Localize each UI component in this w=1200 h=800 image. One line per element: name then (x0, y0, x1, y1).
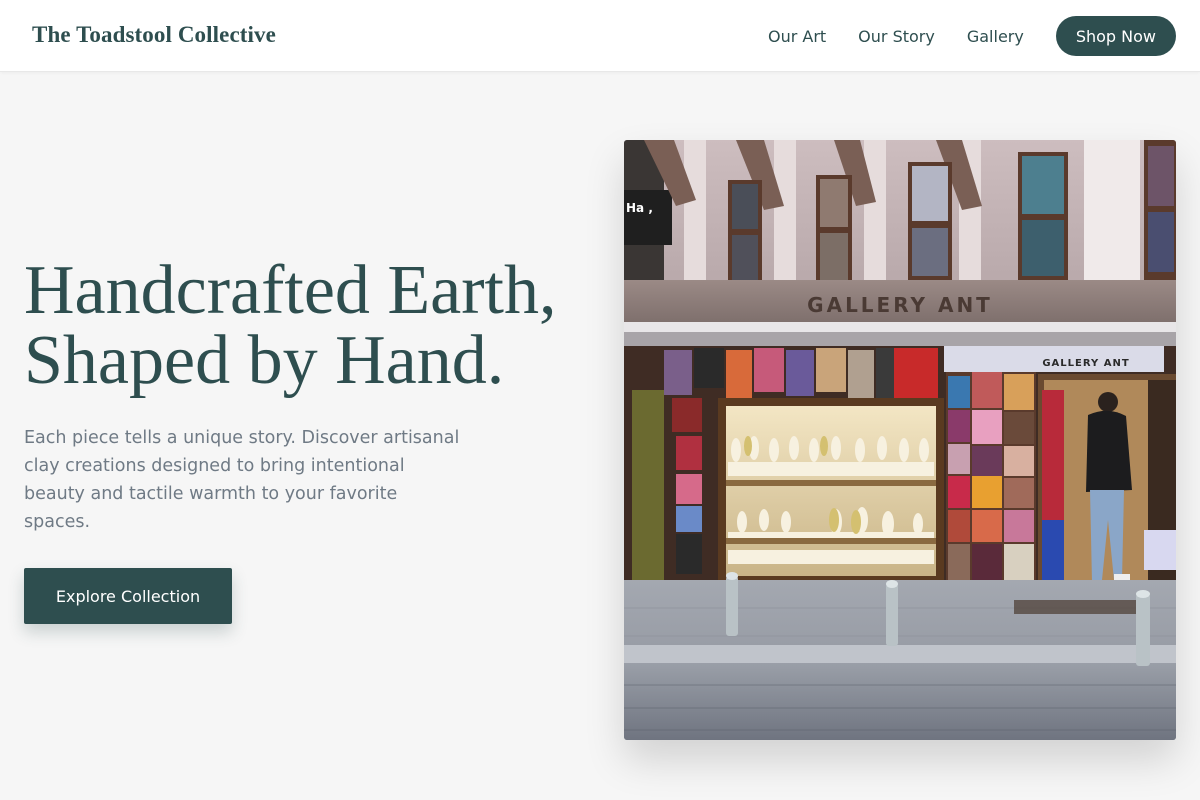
hero-description-line-4: spaces. (24, 512, 91, 532)
storefront-illustration: Ha , GALLERY ANT GALLERY ANT (624, 140, 1176, 740)
hero-description-line-2: clay creations designed to bring intenti… (24, 456, 405, 476)
hero-title: Handcrafted Earth, Shaped by Hand. (24, 256, 604, 396)
shop-now-button[interactable]: Shop Now (1055, 16, 1176, 56)
nav-link-our-story[interactable]: Our Story (858, 27, 935, 46)
doorway-sign-text: GALLERY ANT (1042, 358, 1129, 369)
hero-description-line-3: beauty and tactile warmth to your favori… (24, 484, 398, 504)
explore-collection-button[interactable]: Explore Collection (24, 568, 232, 624)
hero-storefront-image: Ha , GALLERY ANT GALLERY ANT (624, 140, 1176, 740)
nav-link-gallery[interactable]: Gallery (967, 27, 1024, 46)
window-sign-text: Ha , (626, 201, 653, 215)
hero-description: Each piece tells a unique story. Discove… (24, 424, 494, 536)
hero-description-line-1: Each piece tells a unique story. Discove… (24, 428, 460, 448)
hero-title-line-1: Handcrafted Earth, (24, 252, 557, 329)
hero-title-line-2: Shaped by Hand. (24, 322, 505, 399)
nav-link-our-art[interactable]: Our Art (768, 27, 826, 46)
site-header: The Toadstool Collective Our Art Our Sto… (0, 0, 1200, 72)
brand-logo[interactable]: The Toadstool Collective (32, 22, 276, 48)
main-nav: Our Art Our Story Gallery Shop Now (768, 16, 1176, 56)
storefront-sign-text: GALLERY ANT (807, 293, 993, 317)
